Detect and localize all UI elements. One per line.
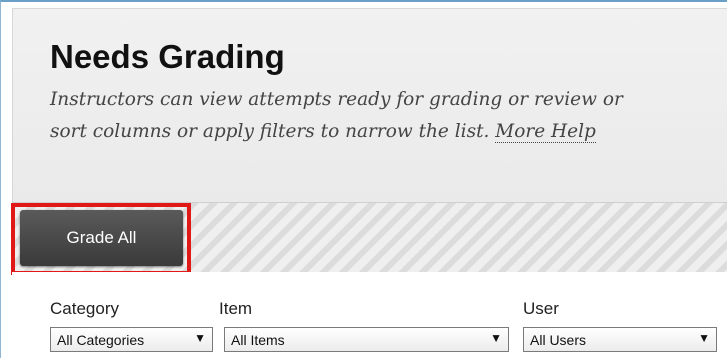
- item-select-value: All Items: [231, 331, 285, 348]
- category-select[interactable]: All Categories ▼: [50, 327, 213, 352]
- caret-down-icon: ▼: [490, 331, 502, 345]
- description-line-2: sort columns or apply filters to narrow …: [50, 121, 490, 142]
- category-label: Category: [50, 299, 119, 318]
- caret-down-icon: ▼: [698, 331, 710, 345]
- page-title: Needs Grading: [50, 38, 285, 75]
- highlight-box: [11, 203, 191, 275]
- description-line-1: Instructors can view attempts ready for …: [50, 89, 623, 110]
- more-help-link[interactable]: More Help: [495, 121, 596, 143]
- caret-down-icon: ▼: [194, 331, 206, 345]
- page-description: Instructors can view attempts ready for …: [50, 84, 727, 148]
- user-label: User: [523, 299, 559, 318]
- item-label: Item: [219, 299, 253, 318]
- item-select[interactable]: All Items ▼: [224, 327, 509, 352]
- category-select-value: All Categories: [57, 331, 145, 348]
- user-select[interactable]: All Users ▼: [523, 327, 717, 352]
- user-select-value: All Users: [530, 331, 587, 348]
